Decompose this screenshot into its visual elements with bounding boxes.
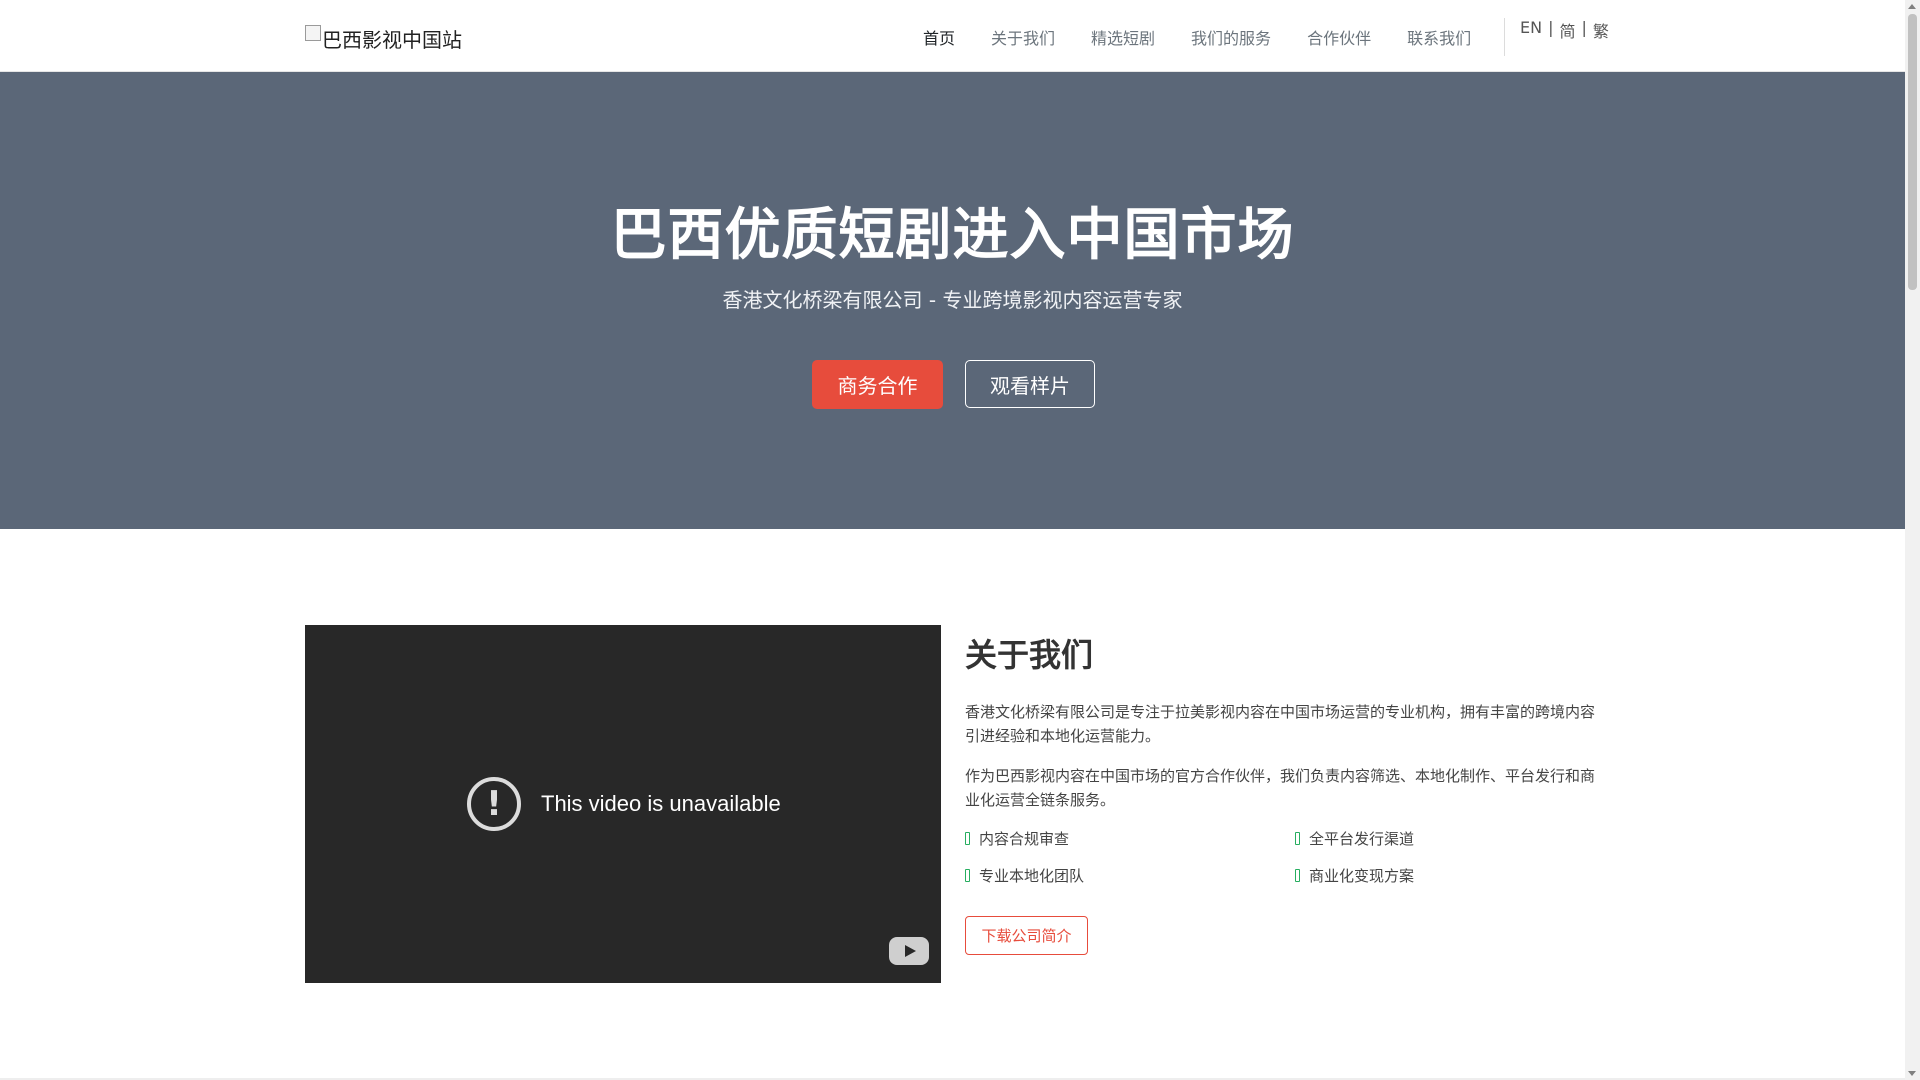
lang-separator: | (1548, 18, 1554, 37)
feature-label: 商业化变现方案 (1309, 867, 1415, 885)
about-paragraph: 香港文化桥梁有限公司是专注于拉美影视内容在中国市场运营的专业机构，拥有丰富的跨境… (965, 703, 1596, 745)
feature-item: 内容合规审查 (965, 828, 1295, 849)
nav-link-about[interactable]: 关于我们 (991, 25, 1055, 49)
scrollbar-thumb[interactable] (1908, 14, 1917, 290)
check-icon (1295, 869, 1300, 882)
language-switcher: EN | 简 | 繁 (1520, 18, 1609, 42)
check-icon (1295, 832, 1300, 845)
nav-link-featured-dramas[interactable]: 精选短剧 (1091, 25, 1155, 49)
scroll-down-icon[interactable] (1908, 1071, 1916, 1076)
video-unavailable-message: ! This video is unavailable (467, 777, 781, 831)
youtube-icon[interactable] (889, 937, 929, 965)
about-section: 关于我们 香港文化桥梁有限公司是专注于拉美影视内容在中国市场运营的专业机构，拥有… (965, 630, 1600, 955)
lang-traditional[interactable]: 繁 (1593, 18, 1609, 42)
lang-simplified[interactable]: 简 (1559, 18, 1575, 42)
hero-section: 巴西优质短剧进入中国市场 香港文化桥梁有限公司 - 专业跨境影视内容运营专家 商… (0, 72, 1905, 529)
nav-link-partners[interactable]: 合作伙伴 (1307, 25, 1371, 49)
business-cooperation-button[interactable]: 商务合作 (812, 360, 943, 409)
hero-buttons: 商务合作 观看样片 (812, 360, 1095, 409)
feature-list: 内容合规审查 全平台发行渠道 专业本地化团队 商业化变现方案 (965, 828, 1600, 886)
feature-item: 专业本地化团队 (965, 865, 1295, 886)
download-brochure-button[interactable]: 下载公司简介 (965, 916, 1088, 955)
about-paragraph: 作为巴西影视内容在中国市场的官方合作伙伴，我们负责内容筛选、本地化制作、平台发行… (965, 767, 1596, 809)
scroll-up-icon[interactable] (1908, 4, 1916, 9)
feature-item: 商业化变现方案 (1295, 865, 1595, 886)
brand-logo[interactable]: 巴西影视中国站 (305, 24, 462, 53)
navbar: 巴西影视中国站 首页 关于我们 精选短剧 我们的服务 合作伙伴 联系我们 EN … (0, 0, 1905, 72)
nav-divider (1504, 18, 1505, 56)
vertical-scrollbar[interactable] (1905, 0, 1920, 1080)
main-nav: 首页 关于我们 精选短剧 我们的服务 合作伙伴 联系我们 (923, 25, 1507, 49)
feature-label: 内容合规审查 (979, 830, 1070, 848)
broken-image-icon (305, 24, 321, 41)
nav-link-home[interactable]: 首页 (923, 25, 955, 49)
lang-separator: | (1581, 18, 1587, 37)
feature-label: 专业本地化团队 (979, 867, 1085, 885)
nav-link-contact[interactable]: 联系我们 (1407, 25, 1471, 49)
alert-circle-icon: ! (467, 777, 521, 831)
check-icon (965, 869, 970, 882)
hero-subtitle: 香港文化桥梁有限公司 - 专业跨境影视内容运营专家 (722, 288, 1183, 312)
feature-label: 全平台发行渠道 (1309, 830, 1415, 848)
video-message-text: This video is unavailable (541, 791, 781, 816)
hero-title: 巴西优质短剧进入中国市场 (610, 203, 1295, 268)
brand-text: 巴西影视中国站 (322, 28, 462, 52)
watch-sample-button[interactable]: 观看样片 (965, 360, 1095, 408)
about-heading: 关于我们 (965, 636, 1094, 674)
feature-item: 全平台发行渠道 (1295, 828, 1595, 849)
video-player[interactable]: ! This video is unavailable (305, 625, 941, 983)
check-icon (965, 832, 970, 845)
page: 巴西影视中国站 首页 关于我们 精选短剧 我们的服务 合作伙伴 联系我们 EN … (0, 0, 1905, 1080)
lang-en[interactable]: EN (1520, 18, 1542, 42)
nav-link-services[interactable]: 我们的服务 (1191, 25, 1271, 49)
